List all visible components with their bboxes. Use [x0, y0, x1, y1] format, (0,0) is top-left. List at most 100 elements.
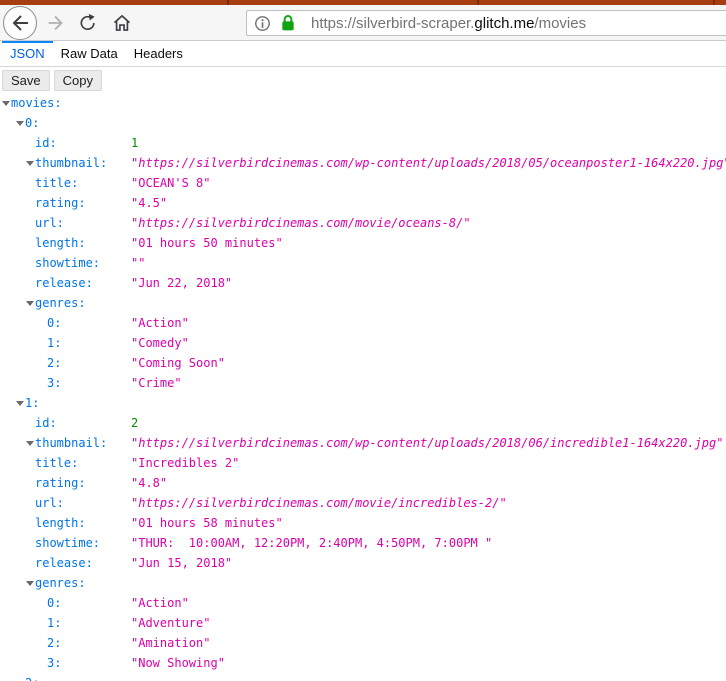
url-prefix: https://silverbird-scraper.	[311, 14, 475, 32]
json-key: 2:	[47, 356, 62, 370]
json-row: url: "https://silverbirdcinemas.com/movie…	[0, 213, 726, 233]
json-key: 1:	[47, 336, 62, 350]
url-bar[interactable]: https://silverbird-scraper.glitch.me/mov…	[246, 10, 726, 36]
json-value: "Action"	[131, 596, 189, 610]
json-row: 2: "Coming Soon"	[0, 353, 726, 373]
json-key: 2:	[0, 673, 131, 681]
json-row: release: "Jun 15, 2018"	[0, 553, 726, 573]
json-key: id:	[35, 416, 57, 430]
json-row: showtime: ""	[0, 253, 726, 273]
json-key: 1:	[47, 616, 62, 630]
json-key: url:	[35, 216, 64, 230]
security-lock-button[interactable]	[280, 14, 296, 32]
json-key: length:	[35, 516, 86, 530]
browser-toolbar: https://silverbird-scraper.glitch.me/mov…	[0, 5, 726, 41]
json-viewer-toolbar: Save Copy	[0, 67, 726, 93]
forward-button[interactable]	[43, 10, 69, 36]
json-value: "Comedy"	[131, 336, 189, 350]
back-icon	[12, 14, 28, 31]
json-row: thumbnail: "https://silverbirdcinemas.com…	[0, 433, 726, 453]
json-key: movies:	[11, 96, 62, 110]
expand-twisty-icon[interactable]	[26, 581, 34, 586]
url-path: /movies	[534, 14, 587, 32]
json-key: 3:	[47, 376, 62, 390]
json-key: genres:	[35, 296, 86, 310]
json-value: "OCEAN'S 8"	[131, 176, 211, 190]
json-value: "Jun 15, 2018"	[131, 556, 233, 570]
json-value: "01 hours 58 minutes"	[131, 516, 283, 530]
json-row: 1: "Adventure"	[0, 613, 726, 633]
json-value: "01 hours 50 minutes"	[131, 236, 283, 250]
json-row: release: "Jun 22, 2018"	[0, 273, 726, 293]
home-button[interactable]	[109, 10, 135, 36]
json-key: 0:	[47, 316, 62, 330]
json-tree: movies: 0: id: 1 thumbnail: "https://silverbi…	[0, 93, 726, 681]
json-key: length:	[35, 236, 86, 250]
page-info-button[interactable]	[254, 15, 271, 32]
save-button[interactable]: Save	[2, 69, 50, 91]
json-row: rating: "4.8"	[0, 473, 726, 493]
json-row: id: 1	[0, 133, 726, 153]
json-value: "https://silverbirdcinemas.com/wp-conten…	[131, 436, 724, 450]
json-key: showtime:	[35, 536, 101, 550]
json-key: 2:	[47, 636, 62, 650]
json-row: length: "01 hours 50 minutes"	[0, 233, 726, 253]
json-key: title:	[35, 456, 79, 470]
json-key: thumbnail:	[35, 156, 108, 170]
tab-json[interactable]: JSON	[2, 41, 53, 66]
json-row: genres:	[0, 573, 726, 593]
url-domain: glitch.me	[474, 14, 535, 32]
expand-twisty-icon[interactable]	[16, 401, 24, 406]
tab-headers[interactable]: Headers	[126, 41, 191, 66]
expand-twisty-icon[interactable]	[26, 301, 34, 306]
json-value: "Adventure"	[131, 616, 211, 630]
json-row: title: "OCEAN'S 8"	[0, 173, 726, 193]
json-value: "Amination"	[131, 636, 211, 650]
json-value: "https://silverbirdcinemas.com/movie/oce…	[131, 216, 471, 230]
json-row: 3: "Now Showing"	[0, 653, 726, 673]
forward-icon	[48, 15, 63, 30]
home-icon	[113, 14, 131, 31]
tab-raw-data[interactable]: Raw Data	[53, 41, 126, 66]
expand-twisty-icon[interactable]	[2, 101, 10, 106]
expand-twisty-icon[interactable]	[26, 161, 34, 166]
json-row: thumbnail: "https://silverbirdcinemas.com…	[0, 153, 726, 173]
json-row: rating: "4.5"	[0, 193, 726, 213]
json-row: movies:	[0, 93, 726, 113]
expand-twisty-icon[interactable]	[26, 441, 34, 446]
json-value: "https://silverbirdcinemas.com/wp-conten…	[131, 156, 726, 170]
reload-button[interactable]	[75, 10, 101, 36]
json-row: title: "Incredibles 2"	[0, 453, 726, 473]
json-row: showtime: "THUR: 10:00AM, 12:20PM, 2:40PM…	[0, 533, 726, 553]
json-row: 1:	[0, 393, 726, 413]
json-value: 1	[131, 136, 139, 150]
url-text: https://silverbird-scraper.glitch.me/mov…	[311, 15, 586, 32]
json-key: release:	[35, 276, 93, 290]
info-icon	[255, 15, 270, 31]
reload-icon	[80, 13, 95, 30]
json-key: rating:	[35, 476, 86, 490]
json-key: showtime:	[35, 256, 101, 270]
json-value: "4.8"	[131, 476, 168, 490]
json-row: 0: "Action"	[0, 593, 726, 613]
json-row: 0:	[0, 113, 726, 133]
json-key: genres:	[35, 576, 86, 590]
json-row: 3: "Crime"	[0, 373, 726, 393]
json-key: url:	[35, 496, 64, 510]
json-value: "Coming Soon"	[131, 356, 225, 370]
json-value: "THUR: 10:00AM, 12:20PM, 2:40PM, 4:50PM,…	[131, 536, 493, 550]
json-value: 2	[131, 416, 139, 430]
expand-twisty-icon[interactable]	[16, 121, 24, 126]
json-key: id:	[35, 136, 57, 150]
json-value: "Now Showing"	[131, 656, 225, 670]
json-row: 2: "Amination"	[0, 633, 726, 653]
json-key: release:	[35, 556, 93, 570]
json-value: "Jun 22, 2018"	[131, 276, 233, 290]
json-value: "https://silverbirdcinemas.com/movie/inc…	[131, 496, 507, 510]
json-value: "Crime"	[131, 376, 182, 390]
json-key: rating:	[35, 196, 86, 210]
back-button[interactable]	[3, 5, 37, 40]
copy-button[interactable]: Copy	[53, 69, 102, 91]
json-row: length: "01 hours 58 minutes"	[0, 513, 726, 533]
json-row: genres:	[0, 293, 726, 313]
